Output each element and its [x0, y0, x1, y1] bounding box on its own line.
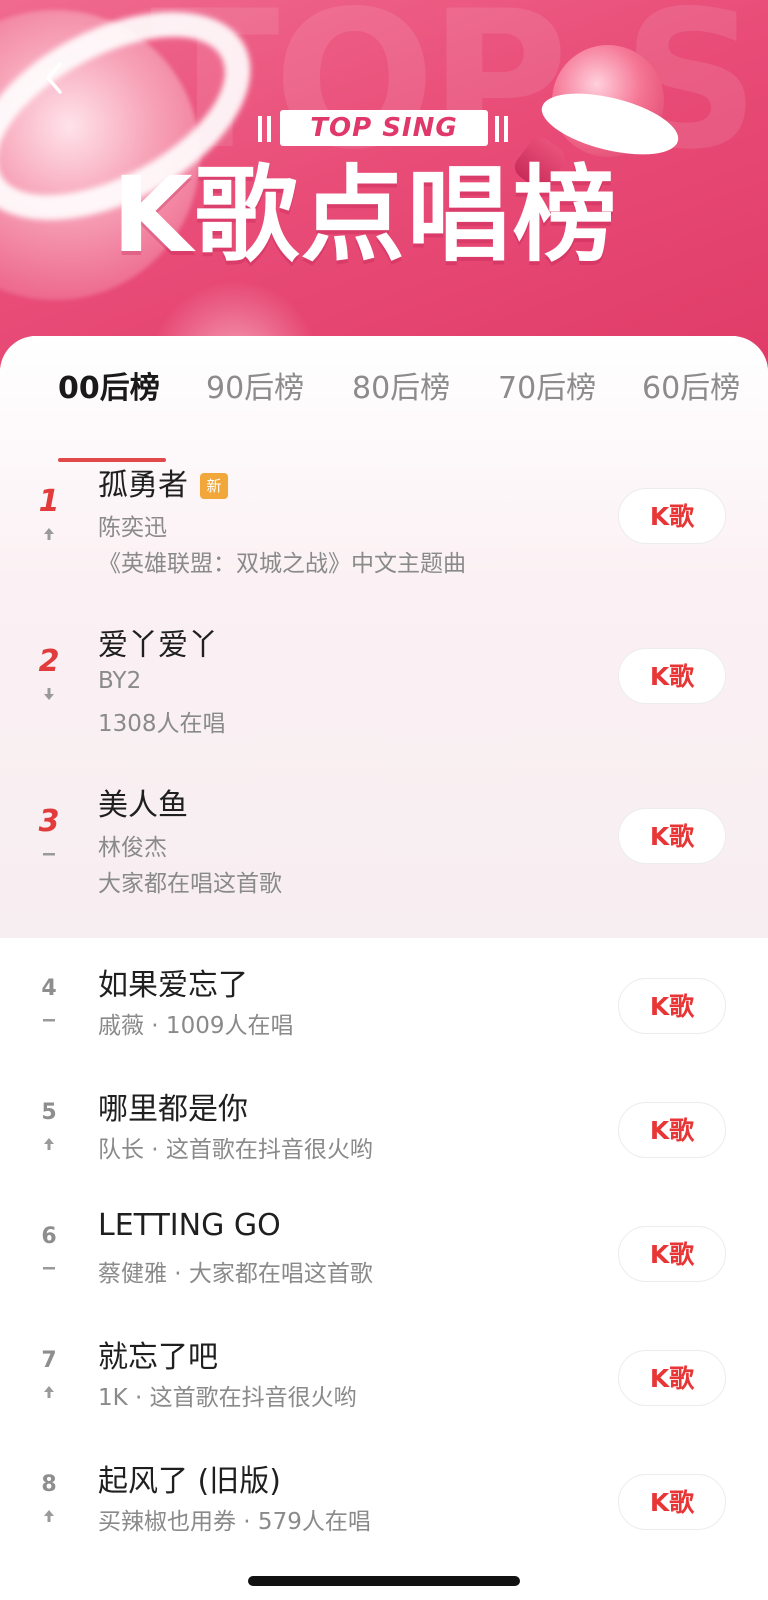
song-note: 1308人在唱 — [98, 711, 226, 737]
song-title: LETTING GO — [98, 1208, 281, 1243]
rank-number: 8 — [41, 1472, 57, 1497]
song-title: 哪里都是你 — [98, 1092, 248, 1127]
song-note: 《英雄联盟：双城之战》中文主题曲 — [98, 551, 466, 577]
trend-down-icon — [39, 686, 59, 702]
song-subtitle: 买辣椒也用券 · 579人在唱 — [98, 1509, 371, 1535]
song-row[interactable]: 8 起风了 (旧版) 买辣椒也用券 · 579人在唱 K歌 — [0, 1442, 768, 1566]
song-note: 大家都在唱这首歌 — [98, 871, 282, 897]
new-badge: 新 — [200, 473, 228, 499]
badge-bar — [504, 116, 508, 142]
song-title: 如果爱忘了 — [98, 968, 248, 1003]
tab-80[interactable]: 80后榜 — [352, 364, 450, 414]
song-subtitle: 1K · 这首歌在抖音很火哟 — [98, 1385, 357, 1411]
rank-number: 7 — [41, 1348, 57, 1373]
song-title-text: 孤勇者 — [98, 468, 188, 503]
k-song-button[interactable]: K歌 — [618, 648, 726, 704]
song-title: 爱丫爱丫 — [98, 628, 218, 663]
back-button[interactable] — [36, 58, 76, 98]
trend-up-icon — [39, 1136, 59, 1152]
song-subtitle: 蔡健雅 · 大家都在唱这首歌 — [98, 1261, 373, 1287]
badge-bar — [495, 116, 499, 142]
song-row[interactable]: 3 美人鱼 林俊杰 大家都在唱这首歌 K歌 — [0, 770, 768, 930]
chevron-left-icon — [46, 62, 62, 94]
badge-label: TOP SING — [280, 110, 488, 146]
rank-number: 4 — [41, 976, 57, 1001]
home-indicator[interactable] — [248, 1576, 520, 1586]
k-song-button[interactable]: K歌 — [618, 488, 726, 544]
k-song-button[interactable]: K歌 — [618, 978, 726, 1034]
tab-00[interactable]: 00后榜 — [58, 364, 160, 414]
rank-number: 6 — [41, 1224, 57, 1249]
tab-60[interactable]: 60后榜 — [642, 364, 740, 414]
chart-card: 00后榜 90后榜 80后榜 70后榜 60后榜 1 孤勇者新 陈奕迅 《英雄联… — [0, 336, 768, 1600]
song-title: 就忘了吧 — [98, 1340, 218, 1375]
rank-number: 3 — [38, 804, 60, 839]
song-artist: 陈奕迅 — [98, 515, 167, 541]
song-title: 起风了 (旧版) — [98, 1464, 281, 1499]
trend-up-icon — [39, 526, 59, 542]
badge-bar — [258, 116, 262, 142]
rank-number: 5 — [41, 1100, 57, 1125]
song-row[interactable]: 6 LETTING GO 蔡健雅 · 大家都在唱这首歌 K歌 — [0, 1194, 768, 1318]
song-row[interactable]: 4 如果爱忘了 戚薇 · 1009人在唱 K歌 — [0, 946, 768, 1070]
k-song-button[interactable]: K歌 — [618, 1350, 726, 1406]
trend-flat-icon — [39, 1260, 59, 1276]
song-row[interactable]: 2 爱丫爱丫 BY2 1308人在唱 K歌 — [0, 610, 768, 770]
song-row[interactable]: 7 就忘了吧 1K · 这首歌在抖音很火哟 K歌 — [0, 1318, 768, 1442]
tab-bar: 00后榜 90后榜 80后榜 70后榜 60后榜 — [0, 364, 768, 462]
k-song-button[interactable]: K歌 — [618, 808, 726, 864]
song-title: 孤勇者新 — [98, 460, 228, 504]
top-sing-badge: TOP SING — [258, 108, 508, 148]
song-row[interactable]: 5 哪里都是你 队长 · 这首歌在抖音很火哟 K歌 — [0, 1070, 768, 1194]
trend-up-icon — [39, 1508, 59, 1524]
k-song-button[interactable]: K歌 — [618, 1474, 726, 1530]
trend-up-icon — [39, 1384, 59, 1400]
trend-flat-icon — [39, 846, 59, 862]
badge-bar — [267, 116, 271, 142]
song-row[interactable]: 1 孤勇者新 陈奕迅 《英雄联盟：双城之战》中文主题曲 K歌 — [0, 450, 768, 610]
page-title: K歌点唱榜 — [112, 154, 619, 276]
song-title: 美人鱼 — [98, 788, 188, 823]
song-subtitle: 队长 · 这首歌在抖音很火哟 — [98, 1137, 373, 1163]
song-artist: 林俊杰 — [98, 835, 167, 861]
trend-flat-icon — [39, 1012, 59, 1028]
rank-number: 1 — [38, 484, 60, 519]
song-subtitle: 戚薇 · 1009人在唱 — [98, 1013, 294, 1039]
tab-90[interactable]: 90后榜 — [206, 364, 304, 414]
k-song-button[interactable]: K歌 — [618, 1226, 726, 1282]
rank-number: 2 — [38, 644, 60, 679]
k-song-button[interactable]: K歌 — [618, 1102, 726, 1158]
tab-70[interactable]: 70后榜 — [498, 364, 596, 414]
song-artist: BY2 — [98, 668, 142, 694]
